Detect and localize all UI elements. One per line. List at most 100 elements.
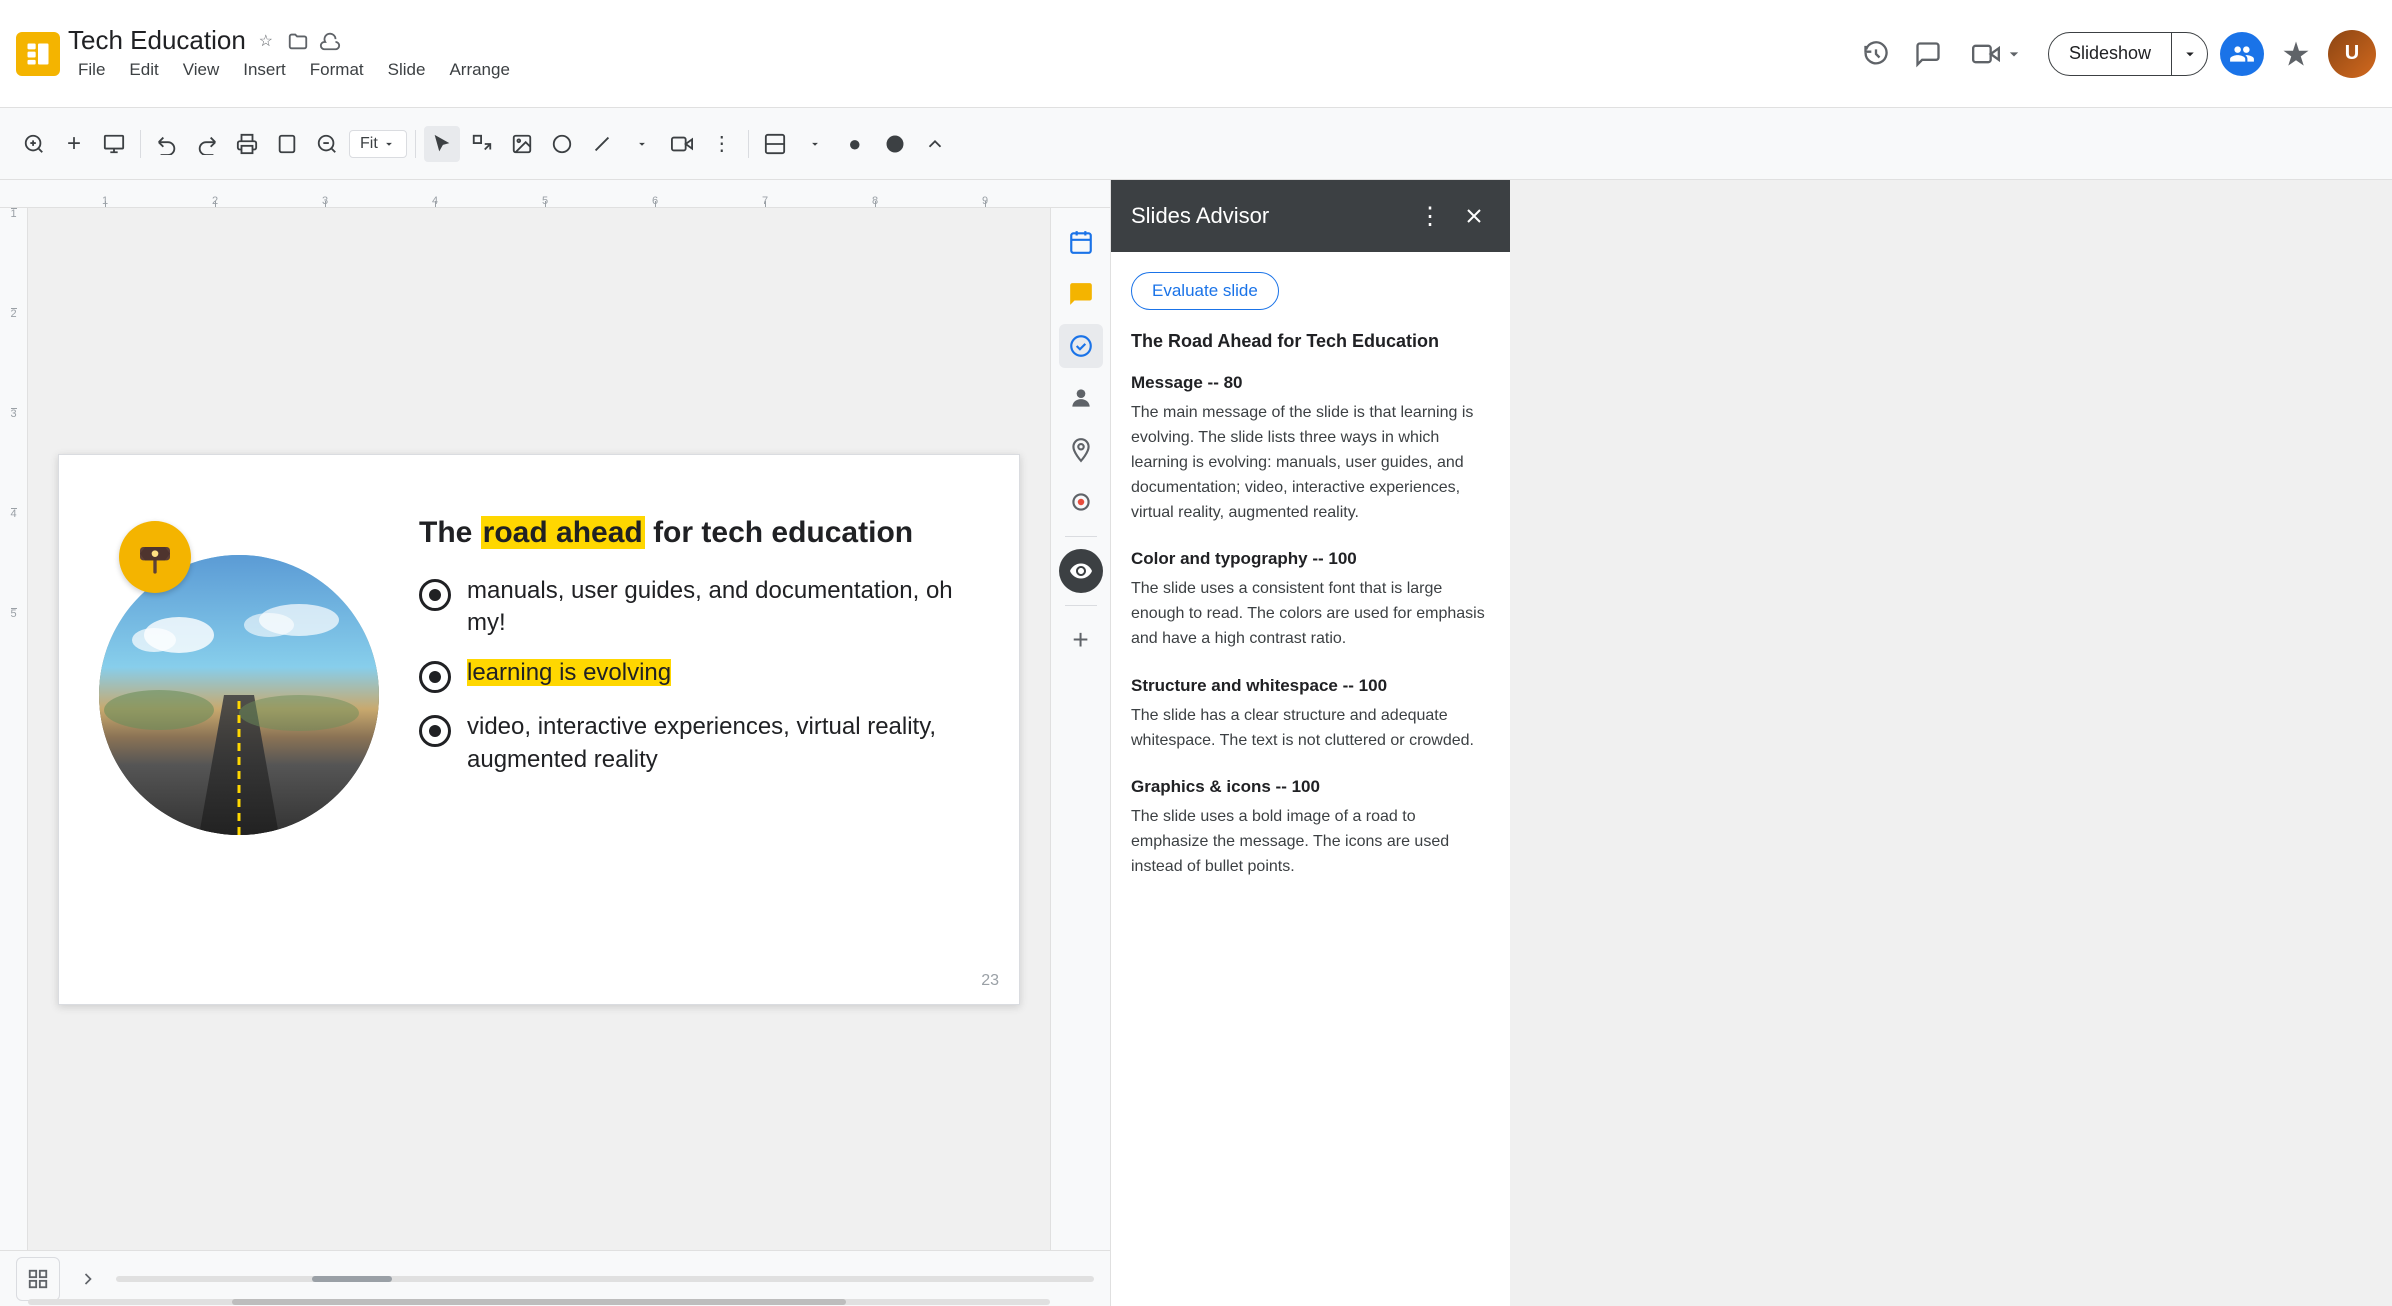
section-text-structure: The slide has a clear structure and adeq… [1131, 704, 1490, 754]
advisor-more-icon[interactable]: ⋮ [1414, 200, 1446, 232]
grid-view-button[interactable] [16, 1257, 60, 1301]
bullet-text-3: video, interactive experiences, virtual … [467, 711, 969, 776]
user-avatar[interactable]: U [2328, 30, 2376, 78]
slide-title-plain: The [419, 516, 481, 549]
advisor-title: Slides Advisor [1131, 203, 1269, 229]
bullet-list: manuals, user guides, and documentation,… [419, 575, 969, 777]
menu-insert[interactable]: Insert [233, 58, 296, 82]
redo-button[interactable] [189, 126, 225, 162]
up-arrow-button[interactable] [917, 126, 953, 162]
ruler-v-mark: 2 [10, 308, 16, 408]
section-header-graphics: Graphics & icons -- 100 [1131, 777, 1490, 797]
folder-icon[interactable] [286, 29, 310, 53]
bullet-dot-1 [429, 589, 441, 601]
border-weight-button[interactable] [877, 126, 913, 162]
eye-icon[interactable] [1059, 549, 1103, 593]
slides-panel-button[interactable] [96, 126, 132, 162]
doc-title: Tech Education [68, 25, 246, 56]
paint-format-button[interactable] [269, 126, 305, 162]
advisor-panel: Slides Advisor ⋮ Evaluate slide The Road… [1110, 180, 1510, 1306]
slide-editor-area: 1 2 3 4 5 [0, 208, 1110, 1250]
video-button[interactable] [664, 126, 700, 162]
slideshow-dropdown-arrow[interactable] [2171, 32, 2207, 76]
ruler-mark: 3 [270, 195, 380, 207]
magic-star-button[interactable] [2276, 34, 2316, 74]
menu-slide[interactable]: Slide [378, 58, 436, 82]
toolbar-divider-1 [140, 130, 141, 158]
advisor-close-icon[interactable] [1458, 200, 1490, 232]
check-icon[interactable] [1059, 324, 1103, 368]
scrollbar-thumb[interactable] [312, 1276, 392, 1282]
select-tool[interactable] [424, 126, 460, 162]
calendar-icon[interactable] [1059, 220, 1103, 264]
ruler-vertical: 1 2 3 4 5 [0, 208, 28, 1250]
advisor-slide-title: The Road Ahead for Tech Education [1131, 330, 1490, 353]
bullet-item-3: video, interactive experiences, virtual … [419, 711, 969, 776]
ruler-v-mark: 4 [10, 508, 16, 608]
menu-view[interactable]: View [173, 58, 230, 82]
map-icon[interactable] [1059, 428, 1103, 472]
camera-button[interactable] [1960, 32, 2036, 76]
ruler-mark: 8 [820, 195, 930, 207]
sign-icon [119, 521, 191, 593]
menu-file[interactable]: File [68, 58, 115, 82]
strip-divider [1065, 536, 1097, 537]
menu-arrange[interactable]: Arrange [439, 58, 519, 82]
add-button[interactable]: + [56, 126, 92, 162]
scrollbar-horizontal[interactable] [116, 1276, 1094, 1282]
person-icon[interactable] [1059, 376, 1103, 420]
fit-dropdown[interactable]: Fit [349, 130, 407, 158]
menu-format[interactable]: Format [300, 58, 374, 82]
ruler-mark: 4 [380, 195, 490, 207]
right-icon-strip: + [1050, 208, 1110, 1250]
background-button[interactable] [757, 126, 793, 162]
more-tools[interactable]: ⋮ [704, 126, 740, 162]
slide-canvas[interactable]: The road ahead for tech education manual… [58, 454, 1020, 1005]
road-image [99, 555, 379, 835]
zoom-out-button[interactable] [309, 126, 345, 162]
border-color-button[interactable]: ● [837, 126, 873, 162]
fit-label: Fit [360, 135, 378, 153]
fill-color-dropdown[interactable] [797, 126, 833, 162]
slide-content: The road ahead for tech education manual… [59, 455, 1019, 1004]
app-icon[interactable] [16, 32, 60, 76]
add-strip-button[interactable]: + [1059, 618, 1103, 662]
strip-divider-2 [1065, 605, 1097, 606]
bullet-text-1: manuals, user guides, and documentation,… [467, 575, 969, 640]
zoom-in-button[interactable] [16, 126, 52, 162]
advisor-content: Evaluate slide The Road Ahead for Tech E… [1111, 252, 1510, 1306]
slide-right: The road ahead for tech education manual… [419, 495, 969, 777]
bullet-icon-1 [419, 579, 451, 611]
slide-title: The road ahead for tech education [419, 515, 969, 551]
star-icon[interactable]: ☆ [254, 29, 278, 53]
slide-panel: 1 2 3 4 5 6 7 8 9 1 2 3 4 5 [0, 180, 1110, 1306]
camera-record-icon[interactable] [1059, 480, 1103, 524]
bullet-text-2: learning is evolving [467, 657, 969, 689]
expand-arrow[interactable] [72, 1263, 104, 1295]
transform-tool[interactable] [464, 126, 500, 162]
evaluate-slide-button[interactable]: Evaluate slide [1131, 272, 1279, 310]
advisor-header: Slides Advisor ⋮ [1111, 180, 1510, 252]
slide-canvas-wrapper[interactable]: The road ahead for tech education manual… [28, 208, 1050, 1250]
comment-button[interactable] [1908, 34, 1948, 74]
undo-button[interactable] [149, 126, 185, 162]
bullet-item-2: learning is evolving [419, 657, 969, 693]
ruler-mark: 7 [710, 195, 820, 207]
shape-insert-button[interactable] [544, 126, 580, 162]
toolbar-divider-3 [748, 130, 749, 158]
bullet-icon-3 [419, 715, 451, 747]
menu-edit[interactable]: Edit [119, 58, 168, 82]
slideshow-button[interactable]: Slideshow [2048, 32, 2208, 76]
section-header-structure: Structure and whitespace -- 100 [1131, 676, 1490, 696]
print-button[interactable] [229, 126, 265, 162]
history-button[interactable] [1856, 34, 1896, 74]
ruler-mark: 2 [160, 195, 270, 207]
line-tool[interactable] [584, 126, 620, 162]
line-dropdown[interactable] [624, 126, 660, 162]
collaborate-button[interactable] [2220, 32, 2264, 76]
cloud-icon[interactable] [318, 29, 342, 53]
slide-title-end: for tech education [645, 516, 913, 549]
bullet-dot-3 [429, 725, 441, 737]
image-insert-button[interactable] [504, 126, 540, 162]
chat-icon[interactable] [1059, 272, 1103, 316]
